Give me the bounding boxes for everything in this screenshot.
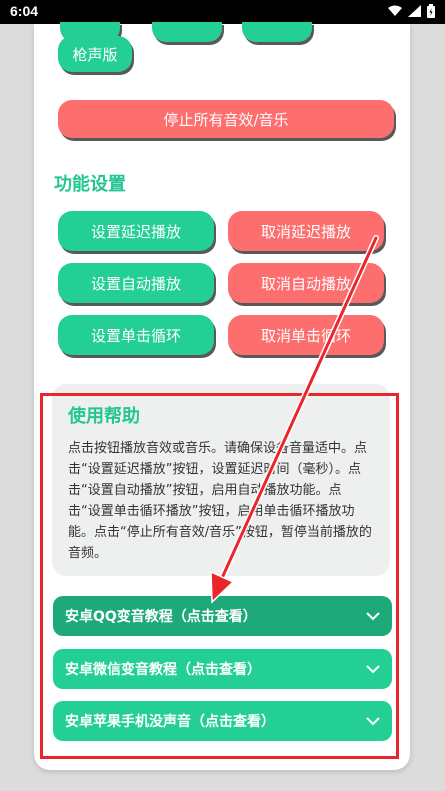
settings-title: 功能设置: [54, 174, 126, 195]
status-icons: [388, 4, 435, 18]
tutorial-iphone-label: 安卓苹果手机没声音（点击查看）: [65, 714, 275, 730]
signal-icon: [408, 5, 421, 17]
status-time: 6:04: [10, 3, 39, 19]
tutorial-wechat-label: 安卓微信变音教程（点击查看）: [65, 662, 261, 678]
help-panel: 使用帮助 点击按钮播放音效或音乐。请确保设备音量适中。点击“设置延迟播放”按钮，…: [52, 384, 390, 576]
gunshot-button[interactable]: 枪声版: [58, 36, 132, 72]
tutorial-qq-row[interactable]: 安卓QQ变音教程（点击查看）: [53, 596, 392, 636]
tutorial-qq-label: 安卓QQ变音教程（点击查看）: [65, 609, 257, 625]
battery-icon: [427, 4, 435, 18]
chevron-down-icon: [366, 612, 380, 621]
chevron-down-icon: [366, 717, 380, 726]
tutorial-iphone-row[interactable]: 安卓苹果手机没声音（点击查看）: [53, 701, 392, 741]
help-body: 点击按钮播放音效或音乐。请确保设备音量适中。点击“设置延迟播放”按钮，设置延迟时…: [68, 441, 372, 561]
help-title: 使用帮助: [68, 406, 140, 427]
cancel-delay-button[interactable]: 取消延迟播放: [228, 211, 384, 251]
set-auto-button[interactable]: 设置自动播放: [58, 263, 214, 303]
chevron-down-icon: [366, 665, 380, 674]
sound-button-partial[interactable]: [242, 22, 312, 42]
wifi-icon: [388, 5, 402, 16]
sound-button-partial[interactable]: [152, 22, 222, 42]
set-loop-button[interactable]: 设置单击循环: [58, 315, 214, 355]
cancel-loop-button[interactable]: 取消单击循环: [228, 315, 384, 355]
tutorial-wechat-row[interactable]: 安卓微信变音教程（点击查看）: [53, 649, 392, 689]
stop-all-button[interactable]: 停止所有音效/音乐: [58, 100, 394, 138]
status-bar: 6:04: [0, 0, 445, 24]
set-delay-button[interactable]: 设置延迟播放: [58, 211, 214, 251]
cancel-auto-button[interactable]: 取消自动播放: [228, 263, 384, 303]
